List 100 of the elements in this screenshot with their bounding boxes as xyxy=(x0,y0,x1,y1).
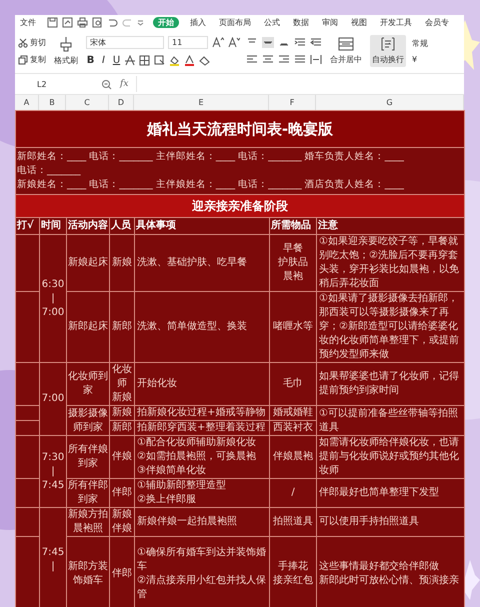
scissors-icon xyxy=(18,38,28,48)
column-heading: 活动内容 xyxy=(66,218,110,234)
merge-center-button[interactable]: 合并居中 xyxy=(328,35,364,67)
task-cell: ①辅助新郎整理造型 ②换上伴郎服 xyxy=(134,478,270,508)
items-cell: / xyxy=(270,478,316,508)
info-line: 新郎姓名：____ 电话：_______ 主伴郎姓名：____ 电话：_______ 婚车负责人姓名：____ xyxy=(17,150,405,164)
column-heading: 人员 xyxy=(110,218,134,234)
staff-cell: 伴郎 xyxy=(110,478,134,508)
fill-icon[interactable] xyxy=(154,55,165,66)
items-cell: 早餐 护肤品 晨袍 xyxy=(270,234,316,292)
task-cell: 开始化妆 xyxy=(134,362,270,406)
ribbon-tab[interactable]: 数据 xyxy=(291,16,311,28)
bucket-icon[interactable] xyxy=(169,55,180,66)
note-cell: 如需请化妆师给伴娘化妆，也请提前与化妆师说好或预约其他化妆师 xyxy=(316,436,465,478)
font-select[interactable]: 宋体 xyxy=(86,36,164,49)
copy-icon xyxy=(18,54,28,64)
shrink-font-icon[interactable] xyxy=(228,37,240,48)
align-icon[interactable] xyxy=(294,54,306,65)
items-cell: 伴娘晨袍 xyxy=(270,436,316,478)
align-icon[interactable] xyxy=(278,54,290,65)
column-heading: 具体事项 xyxy=(134,218,270,234)
staff-cell: 化妆师 新娘 xyxy=(110,362,134,406)
column-heading: 打√ xyxy=(16,218,40,234)
save-icon[interactable] xyxy=(47,16,58,28)
print-icon[interactable] xyxy=(77,16,88,28)
brush-icon xyxy=(59,36,73,52)
checkbox-cell[interactable] xyxy=(16,508,40,536)
task-cell: ①确保所有婚车到达并装饰婚车 ②清点接亲用小红包并找人保管 xyxy=(134,536,270,607)
note-cell: 可以使用手持拍照道具 xyxy=(316,508,465,536)
eraser-icon[interactable] xyxy=(199,55,210,66)
column-heading: 所需物品 xyxy=(270,218,316,234)
note-cell: ①可以提前准备些丝带轴等拍照道具 xyxy=(316,406,465,436)
task-cell: 拍新郎穿西装+整理着装过程 xyxy=(134,420,270,436)
task-cell: 洗漱、简单做造型、换装 xyxy=(134,292,270,362)
checkbox-cell[interactable] xyxy=(16,406,40,420)
note-cell: 如果帮婆婆也请了化妆师，记得提前预约到家时间 xyxy=(316,362,465,406)
undo-icon[interactable] xyxy=(107,16,118,28)
time-cell: 6:30 | 7:00 xyxy=(40,234,66,362)
column-heading: 注意 xyxy=(316,218,465,234)
note-cell: ①如果请了摄影摄像去拍新郎，那西装可以等摄影摄像来了再穿；②新郎造型可以请给婆婆化妆的化妆师简单整理下，或提前预约发型师来做 xyxy=(316,292,465,362)
task-cell: 洗漱、基础护肤、吃早餐 xyxy=(134,234,270,292)
staff-cell: 新郎 xyxy=(110,292,134,362)
note-cell: 这些事情最好都交给伴郎做 新郎此时可放松心情、预演接亲 xyxy=(316,536,465,607)
wrap-icon xyxy=(380,37,396,51)
activity-cell: 新娘方拍晨袍照 xyxy=(66,508,110,536)
name-box[interactable]: L2 xyxy=(17,80,93,88)
sheet-title: 婚礼当天流程时间表-晚宴版 xyxy=(16,110,465,148)
align-icon[interactable] xyxy=(310,37,322,48)
strikethrough-icon[interactable] xyxy=(125,55,135,66)
activity-cell: 化妆师到家 xyxy=(66,362,110,406)
format-button[interactable]: B xyxy=(86,55,95,66)
ribbon-tab[interactable]: 审阅 xyxy=(320,16,340,28)
wrap-text-button[interactable]: 自动换行 xyxy=(370,35,406,67)
items-cell: 啫喱水等 xyxy=(270,292,316,362)
align-icon[interactable] xyxy=(246,54,258,65)
format-button[interactable]: I xyxy=(99,55,108,66)
ribbon-tab[interactable]: 开发工具 xyxy=(378,16,414,28)
activity-cell: 所有伴娘到家 xyxy=(66,436,110,478)
align-icon[interactable] xyxy=(262,37,274,48)
cut-button[interactable]: 剪切 xyxy=(30,37,46,48)
font-color-icon[interactable] xyxy=(184,55,195,66)
align-icon[interactable] xyxy=(262,54,274,65)
task-cell: 拍新娘化妆过程+婚戒等静物 xyxy=(134,406,270,420)
checkbox-cell[interactable] xyxy=(16,436,40,478)
items-cell: 婚戒婚鞋 xyxy=(270,406,316,420)
function-label[interactable]: fx xyxy=(120,79,128,89)
activity-cell: 所有伴郎到家 xyxy=(66,478,110,508)
format-painter-button[interactable]: 格式刷 xyxy=(52,34,80,68)
time-cell: 7:45 | xyxy=(40,508,66,607)
font-size-select[interactable]: 11 xyxy=(168,36,208,49)
border-icon[interactable] xyxy=(139,55,150,66)
zoom-icon[interactable] xyxy=(101,78,112,90)
ribbon-tab[interactable]: 文件 xyxy=(18,16,38,28)
activity-cell: 新娘起床 xyxy=(66,234,110,292)
checkbox-cell[interactable] xyxy=(16,292,40,362)
time-cell: 7:00 xyxy=(40,362,66,436)
align-icon[interactable] xyxy=(310,54,322,65)
staff-cell: 新娘 伴娘 xyxy=(110,508,134,536)
ribbon-tab[interactable]: 视图 xyxy=(349,16,369,28)
align-icon[interactable] xyxy=(294,37,306,48)
checkbox-cell[interactable] xyxy=(16,234,40,292)
grow-font-icon[interactable] xyxy=(212,37,224,48)
preview-icon[interactable] xyxy=(92,16,103,28)
ribbon-tab[interactable]: 页面布局 xyxy=(217,16,253,28)
checkbox-cell[interactable] xyxy=(16,362,40,406)
checkbox-cell[interactable] xyxy=(16,478,40,508)
note-cell: ①如果迎亲要吃饺子等，早餐就别吃太饱；②洗脸后不要再穿套头装，穿开衫装比如晨袍，以免稍后弄花妆面 xyxy=(316,234,465,292)
time-cell: 7:30 | 7:45 xyxy=(40,436,66,508)
currency-button[interactable]: ¥ xyxy=(412,55,428,64)
staff-cell: 新娘 xyxy=(110,406,134,420)
format-button[interactable]: U xyxy=(112,55,121,66)
ribbon-tab[interactable]: 插入 xyxy=(188,16,208,28)
number-format-select[interactable]: 常规 xyxy=(412,38,428,49)
ribbon-tab[interactable]: 会员专 xyxy=(423,16,451,28)
info-line: 新娘姓名：____ 电话：_______ 主伴娘姓名：____ 电话：_______ 酒店负责人姓名：____ xyxy=(17,178,405,192)
copy-button[interactable]: 复制 xyxy=(30,54,46,65)
column-heading: 时间 xyxy=(40,218,66,234)
ribbon-tab[interactable]: 公式 xyxy=(262,16,282,28)
checkbox-cell[interactable] xyxy=(16,420,40,436)
export-icon[interactable] xyxy=(62,16,73,28)
